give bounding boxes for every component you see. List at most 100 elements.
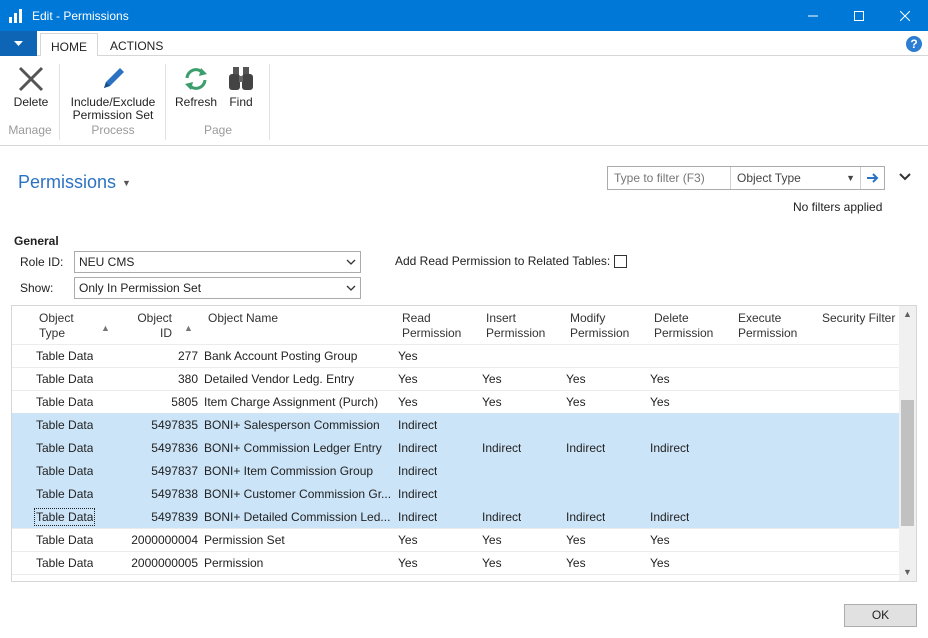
cell-read-permission: Yes	[398, 533, 418, 547]
tab-actions[interactable]: ACTIONS	[100, 33, 173, 57]
page-title[interactable]: Permissions ▼	[18, 172, 131, 193]
cell-read-permission: Yes	[398, 556, 418, 570]
column-object-name[interactable]: Object Name	[208, 311, 278, 326]
minimize-button[interactable]	[790, 0, 836, 31]
refresh-icon	[185, 68, 207, 90]
delete-label: Delete	[13, 95, 49, 109]
pencil-icon	[104, 68, 124, 88]
table-row[interactable]: Table Data 5805 Item Charge Assignment (Pu…	[12, 390, 900, 413]
cell-delete-permission: Yes	[650, 395, 670, 409]
cell-object-name: Bank Account Posting Group	[204, 349, 358, 363]
add-read-permission-checkbox[interactable]	[614, 255, 627, 268]
dropdown-arrow-icon	[14, 40, 23, 46]
show-select[interactable]: Only In Permission Set	[74, 277, 361, 299]
close-button[interactable]	[882, 0, 928, 31]
cell-object-type: Table Data	[36, 418, 94, 432]
cell-object-name: BONI+ Commission Ledger Entry	[204, 441, 382, 455]
cell-modify-permission: Yes	[566, 395, 586, 409]
chevron-down-icon	[346, 285, 356, 291]
maximize-icon	[854, 10, 864, 21]
column-read-permission[interactable]: Read Permission	[402, 311, 461, 341]
cell-object-name: Item Charge Assignment (Purch)	[204, 395, 379, 409]
tab-home[interactable]: HOME	[40, 33, 98, 57]
cell-object-name: Company	[204, 579, 394, 581]
title-bar: Edit - Permissions	[0, 0, 928, 31]
column-execute-permission[interactable]: Execute Permission	[738, 311, 797, 341]
sort-asc-icon: ▲	[101, 323, 110, 333]
table-row[interactable]: Table Data 2000000005 Permission Yes Yes Yes Y…	[12, 551, 900, 574]
cell-read-permission: Yes	[398, 372, 418, 386]
cell-object-id: 5805	[171, 395, 198, 409]
find-button[interactable]: Find	[222, 62, 260, 109]
ribbon-group-process: Include/Exclude Permission Set Process	[60, 62, 166, 142]
ribbon-tabs: HOME ACTIONS ?	[0, 31, 928, 57]
scroll-down-icon[interactable]: ▼	[899, 564, 916, 581]
filter-field-value: Object Type	[737, 171, 801, 185]
cell-read-permission: Yes	[398, 349, 418, 363]
table-row[interactable]: Table Data 277 Bank Account Posting Group Y…	[12, 344, 900, 367]
column-object-type[interactable]: Object Type ▲	[39, 311, 110, 341]
delete-x-icon	[18, 66, 44, 92]
group-label-page: Page	[203, 123, 233, 137]
table-row[interactable]: Table Data 5497837 BONI+ Item Commission G…	[12, 459, 900, 482]
cell-modify-permission: Yes	[566, 533, 586, 547]
table-row[interactable]: Table Data 2000000004 Permission Set Yes Yes…	[12, 528, 900, 551]
column-security-filter[interactable]: Security Filter	[822, 311, 895, 326]
table-row[interactable]: Table Data 380 Detailed Vendor Ledg. Entry…	[12, 367, 900, 390]
include-exclude-button[interactable]: Include/Exclude Permission Set	[66, 62, 160, 122]
table-row[interactable]: Table Data 5497838 BONI+ Customer Commissi…	[12, 482, 900, 505]
cell-object-type: Table Data	[36, 533, 94, 547]
cell-modify-permission: Indirect	[566, 441, 606, 455]
column-modify-permission[interactable]: Modify Permission	[570, 311, 629, 341]
filter-field-select[interactable]: Object Type ▼	[731, 167, 861, 189]
app-menu-button[interactable]	[0, 31, 37, 56]
cell-delete-permission: Yes	[650, 533, 670, 547]
column-delete-permission[interactable]: Delete Permission	[654, 311, 713, 341]
column-insert-permission[interactable]: Insert Permission	[486, 311, 545, 341]
cell-object-id: 380	[177, 372, 198, 386]
filter-input[interactable]: Type to filter (F3)	[608, 167, 731, 189]
apply-filter-button[interactable]	[861, 167, 884, 189]
cell-read-permission: Indirect	[398, 510, 438, 524]
table-row[interactable]: Table Data 5497835 BONI+ Salesperson Commi…	[12, 413, 900, 436]
cell-read-permission: Yes	[398, 579, 418, 581]
binoculars-icon	[229, 67, 253, 90]
table-row[interactable]: Table Data 5497836 BONI+ Commission Ledger…	[12, 436, 900, 459]
table-row[interactable]: Table Data 2000000006 Company Yes Yes Yes Yes	[12, 574, 900, 581]
collapse-chevron-icon[interactable]	[899, 171, 911, 183]
cell-object-type: Table Data	[36, 579, 93, 581]
scrollbar-thumb[interactable]	[901, 400, 914, 526]
arrow-right-icon	[866, 173, 878, 183]
delete-button[interactable]: Delete	[6, 62, 56, 109]
cell-modify-permission: Yes	[566, 556, 586, 570]
ok-button[interactable]: OK	[844, 604, 917, 627]
role-id-field[interactable]: NEU CMS	[74, 251, 361, 273]
help-icon[interactable]: ?	[906, 36, 922, 52]
refresh-button[interactable]: Refresh	[172, 62, 220, 109]
cell-object-type: Table Data	[33, 508, 96, 526]
group-label-manage: Manage	[8, 123, 52, 137]
cell-object-name: Detailed Vendor Ledg. Entry	[204, 372, 355, 386]
vertical-scrollbar[interactable]: ▲ ▼	[899, 306, 916, 581]
maximize-button[interactable]	[836, 0, 882, 31]
cell-object-name: BONI+ Item Commission Group	[204, 464, 374, 478]
ribbon-group-page: Refresh Find Page	[166, 62, 270, 142]
table-row[interactable]: Table Data 5497839 BONI+ Detailed Commissi…	[12, 505, 900, 528]
cell-object-id: 2000000005	[131, 556, 198, 570]
cell-object-type: Table Data	[36, 372, 94, 386]
cell-object-name: BONI+ Detailed Commission Led...	[204, 510, 391, 524]
cell-object-type: Table Data	[36, 556, 94, 570]
role-id-value: NEU CMS	[79, 255, 135, 269]
dropdown-arrow-icon: ▼	[846, 173, 855, 183]
cell-read-permission: Indirect	[398, 487, 438, 501]
cell-insert-permission: Yes	[482, 556, 502, 570]
grid-header: Object Type ▲ Object ID ▲ Object Name Read P…	[12, 306, 900, 344]
column-object-id[interactable]: Object ID	[136, 311, 172, 341]
cell-insert-permission: Yes	[482, 372, 502, 386]
cell-modify-permission: Yes	[566, 579, 586, 581]
cell-delete-permission: Indirect	[650, 441, 690, 455]
app-icon	[8, 8, 24, 24]
scroll-up-icon[interactable]: ▲	[899, 306, 916, 323]
show-value: Only In Permission Set	[79, 281, 202, 295]
cell-modify-permission: Yes	[566, 372, 586, 386]
